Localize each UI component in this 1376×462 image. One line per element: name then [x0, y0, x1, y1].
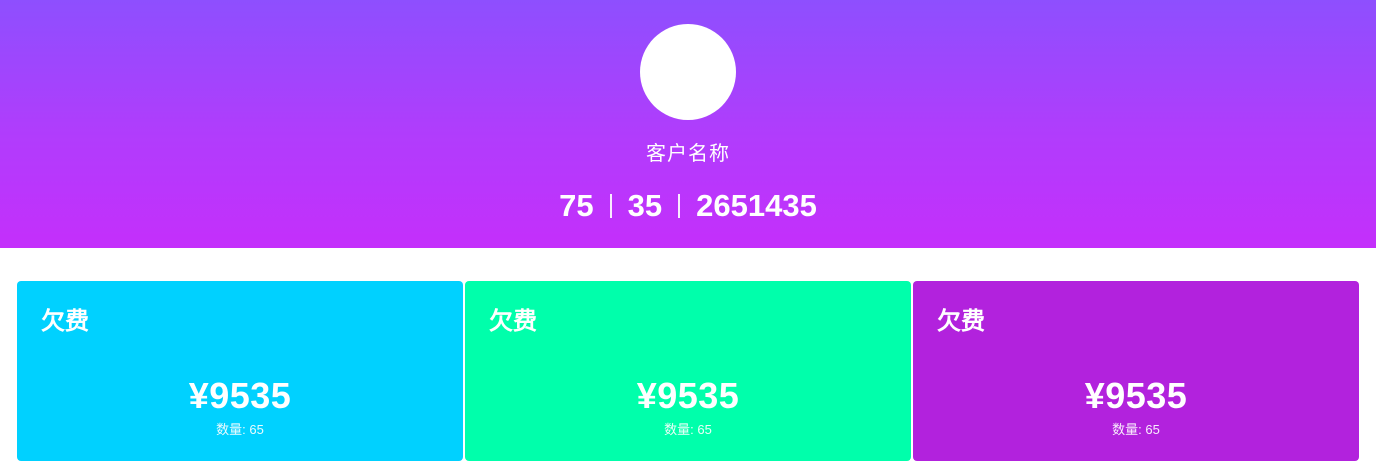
customer-name: 客户名称	[646, 143, 730, 165]
card-title: 欠费	[41, 308, 89, 335]
card-amount: ¥9535	[188, 375, 292, 416]
stat-value-1: 75	[559, 188, 594, 223]
card-amount: ¥9535	[1084, 375, 1188, 416]
card-count-value: 65	[249, 422, 264, 437]
card-title: 欠费	[489, 308, 537, 335]
card-count: 数量: 65	[465, 419, 911, 438]
card-count-label: 数量:	[216, 422, 250, 437]
card-title: 欠费	[937, 308, 985, 335]
card-count-value: 65	[1145, 422, 1160, 437]
summary-cards: 欠费 ¥9535 数量: 65 欠费 ¥9535 数量: 65 欠费 ¥9535…	[17, 281, 1359, 461]
arrears-card-2[interactable]: 欠费 ¥9535 数量: 65	[465, 281, 911, 461]
arrears-card-1[interactable]: 欠费 ¥9535 数量: 65	[17, 281, 463, 461]
card-count-value: 65	[697, 422, 712, 437]
arrears-card-3[interactable]: 欠费 ¥9535 数量: 65	[913, 281, 1359, 461]
stat-value-2: 35	[627, 188, 663, 223]
card-count: 数量: 65	[913, 419, 1359, 438]
stat-value-3: 2651435	[696, 188, 817, 223]
stats-row: 75 35 2651435	[0, 186, 1376, 226]
avatar[interactable]	[640, 24, 736, 120]
card-count-label: 数量:	[1112, 422, 1146, 437]
profile-header: 客户名称 75 35 2651435	[0, 0, 1376, 248]
card-amount: ¥9535	[636, 375, 740, 416]
card-count-label: 数量:	[664, 422, 698, 437]
card-count: 数量: 65	[17, 419, 463, 438]
